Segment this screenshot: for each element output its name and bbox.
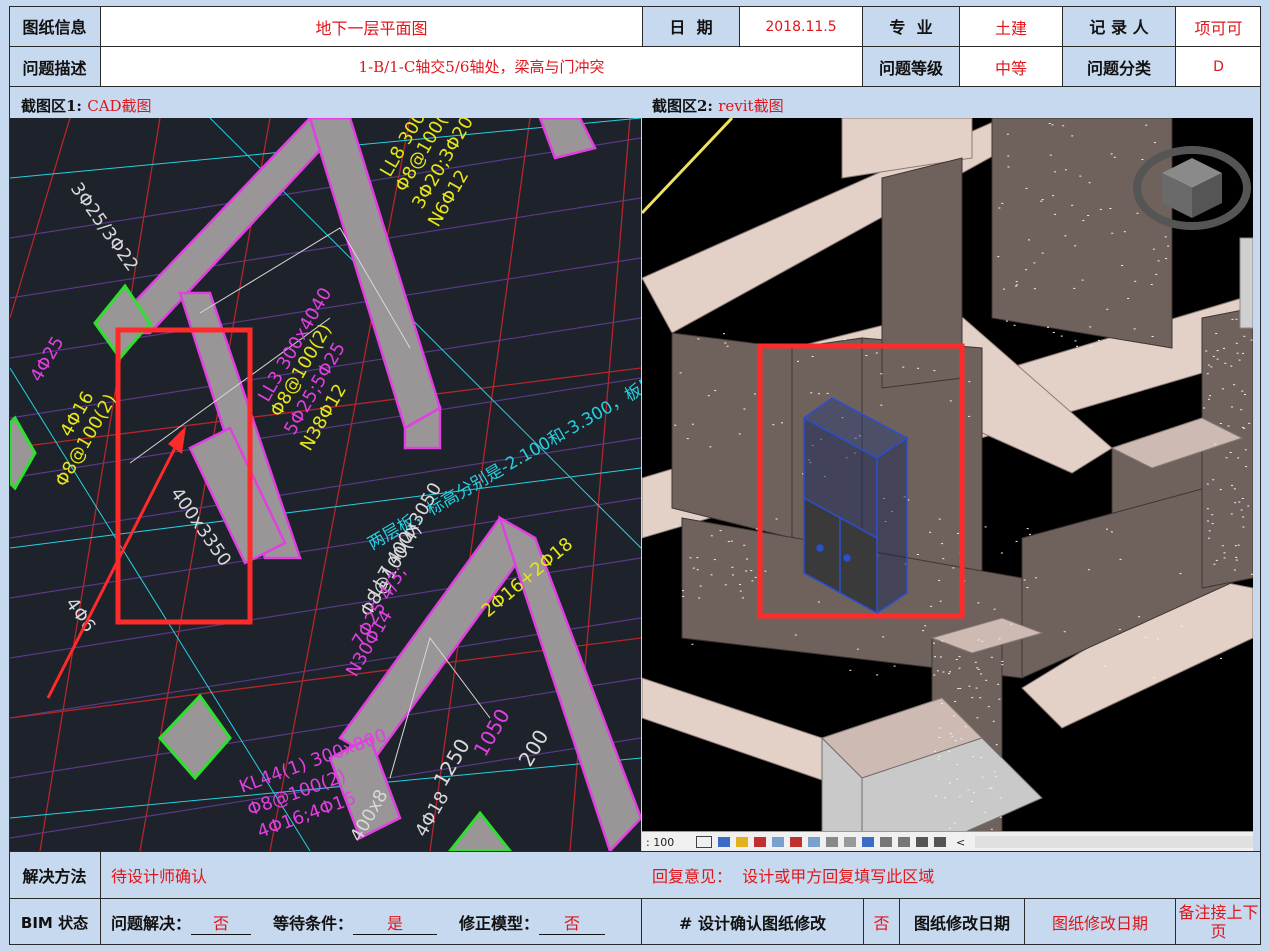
recorder-label: 记 录 人 xyxy=(1089,18,1149,37)
model-fixed-value[interactable]: 否 xyxy=(539,910,606,935)
resolution-method-label: 解决方法 xyxy=(22,867,87,886)
temporary-view-icon[interactable] xyxy=(880,837,892,847)
resolved-value[interactable]: 否 xyxy=(191,910,252,935)
issue-desc-value: 1-B/1-C轴交5/6轴处，梁高与门冲突 xyxy=(101,47,862,86)
bim-status-details: 问题解决：否 等待条件：是 修正模型：否 xyxy=(101,899,641,945)
note-continued: 备注接上下页 xyxy=(1178,903,1259,941)
cad-drawing: LL3 300x4040 Φ8@100(2) 5Φ25;5Φ25 N38Φ12 … xyxy=(10,118,641,851)
issue-category-label: 问题分类 xyxy=(1086,58,1151,78)
cad-text: 4Φ25 xyxy=(26,333,68,386)
screenshot-area-2-title: 截图区2: revit截图 xyxy=(652,97,784,115)
view-scale-label[interactable]: : 100 xyxy=(646,836,696,849)
issue-category-value: D xyxy=(1176,47,1261,86)
reply-comment: 回复意见： 设计或甲方回复填写此区域 xyxy=(652,867,935,886)
navigation-bar[interactable] xyxy=(1239,237,1253,329)
sun-path-icon[interactable] xyxy=(736,837,748,847)
date-label: 日 期 xyxy=(669,18,713,37)
cad-screenshot: LL3 300x4040 Φ8@100(2) 5Φ25;5Φ25 N38Φ12 … xyxy=(10,118,641,851)
revit-screenshot: : 100 < xyxy=(642,118,1253,851)
revit-3d-view xyxy=(642,118,1253,851)
cad-text: 4Φ18 xyxy=(411,788,453,841)
drawing-info-value: 地下一层平面图 xyxy=(101,7,642,46)
modify-date-value: 图纸修改日期 xyxy=(1051,914,1148,933)
issue-level-label: 问题等级 xyxy=(878,58,943,78)
shadows-icon[interactable] xyxy=(754,837,766,847)
analytical-model-icon[interactable] xyxy=(898,837,910,847)
discipline-label: 专 业 xyxy=(889,18,933,37)
cad-text: 4Φ6 xyxy=(61,594,99,636)
design-confirm-value: 否 xyxy=(873,914,890,933)
modify-date-label: 图纸修改日期 xyxy=(913,914,1010,933)
waiting-value[interactable]: 是 xyxy=(353,910,438,935)
issue-desc-label: 问题描述 xyxy=(22,58,87,78)
discipline-value: 土建 xyxy=(960,7,1062,46)
lock-view-icon[interactable] xyxy=(826,837,838,847)
reveal-hidden-icon[interactable] xyxy=(862,837,874,847)
show-crop-icon[interactable] xyxy=(808,837,820,847)
screenshot-area-1-title: 截图区1: CAD截图 xyxy=(21,97,152,115)
crop-view-icon[interactable] xyxy=(790,837,802,847)
render-icon[interactable] xyxy=(772,837,784,847)
recorder-value: 项可可 xyxy=(1176,7,1261,46)
scroll-left-caret[interactable]: < xyxy=(956,836,965,849)
drawing-info-label: 图纸信息 xyxy=(22,18,87,37)
bim-status-label: BIM 状态 xyxy=(20,913,89,932)
cad-text: 1250 xyxy=(429,734,475,790)
design-confirm-label: # 设计确认图纸修改 xyxy=(679,914,826,933)
hide-isolate-icon[interactable] xyxy=(844,837,856,847)
resolution-method-value: 待设计师确认 xyxy=(111,867,208,886)
date-value: 2018.11.5 xyxy=(740,7,862,46)
conflicting-door-element xyxy=(802,397,909,615)
issue-level-value: 中等 xyxy=(960,47,1062,86)
cad-text: 200 xyxy=(514,725,554,770)
visual-style-icon[interactable] xyxy=(718,837,730,847)
view-control-bar[interactable]: : 100 < xyxy=(642,831,1253,851)
highlight-displacement-icon[interactable] xyxy=(916,837,928,847)
issue-report-sheet: 图纸信息 地下一层平面图 日 期 2018.11.5 专 业 土建 记 录 人 … xyxy=(9,6,1261,945)
detail-level-icon[interactable] xyxy=(696,836,712,848)
cad-text: 1050 xyxy=(469,704,515,760)
horizontal-scrollbar[interactable] xyxy=(975,836,1253,848)
reveal-constraints-icon[interactable] xyxy=(934,837,946,847)
